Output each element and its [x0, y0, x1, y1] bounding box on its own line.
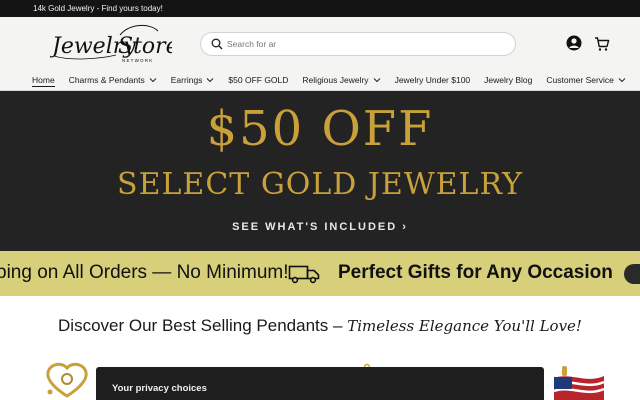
- product-pendant-image[interactable]: [42, 362, 92, 400]
- truck-icon: [288, 265, 320, 284]
- chevron-down-icon: [207, 78, 214, 83]
- nav-item-label: Religious Jewelry: [302, 75, 369, 85]
- section-title-text: Discover Our Best Selling Pendants –: [58, 316, 348, 335]
- nav-item-label: Earrings: [170, 75, 203, 85]
- nav-item-religious-jewelry[interactable]: Religious Jewelry: [302, 74, 380, 90]
- nav-item-jewelry-under-100[interactable]: Jewelry Under $100: [395, 74, 471, 90]
- nav-item-charms-pendants[interactable]: Charms & Pendants: [69, 74, 157, 90]
- product-flag-pendant-image[interactable]: [548, 362, 608, 400]
- marquee-pill: [624, 264, 640, 284]
- section-title: Discover Our Best Selling Pendants – Tim…: [0, 316, 640, 336]
- announcement-bar: 14k Gold Jewelry - Find yours today!: [0, 0, 640, 17]
- privacy-banner[interactable]: Your privacy choices: [96, 367, 544, 400]
- nav-item-jewelry-blog[interactable]: Jewelry Blog: [484, 74, 532, 90]
- nav-item-label: Jewelry Blog: [484, 75, 533, 85]
- nav-item-50-off-gold[interactable]: $50 OFF GOLD: [228, 74, 288, 90]
- svg-text:Stores: Stores: [118, 34, 172, 59]
- hero-cta-link[interactable]: SEE WHAT'S INCLUDED ›: [0, 221, 640, 233]
- account-icon[interactable]: [566, 35, 582, 51]
- main-nav: Home Charms & Pendants Earrings $50 OFF …: [32, 74, 640, 90]
- nav-item-earrings[interactable]: Earrings: [171, 74, 215, 90]
- announcement-text: 14k Gold Jewelry - Find yours today!: [33, 4, 163, 13]
- privacy-title: Your privacy choices: [112, 383, 207, 394]
- logo-subtitle: NETWORK: [122, 58, 154, 63]
- marquee-text-gifts: Perfect Gifts for Any Occasion: [338, 262, 613, 283]
- marquee-text-shipping: ping on All Orders — No Minimum!: [0, 262, 289, 283]
- nav-item-label: Charms & Pendants: [68, 75, 145, 85]
- nav-item-label: Home: [32, 75, 55, 85]
- nav-item-customer-service[interactable]: Customer Service: [546, 74, 626, 90]
- chevron-down-icon: [149, 78, 157, 83]
- search-input[interactable]: [227, 36, 507, 52]
- nav-item-label: Customer Service: [546, 75, 614, 85]
- nav-item-home[interactable]: Home: [32, 74, 55, 87]
- site-logo[interactable]: Jewelry Stores NETWORK: [48, 23, 190, 67]
- section-title-script: Timeless Elegance You'll Love!: [347, 317, 582, 335]
- cart-icon[interactable]: [594, 36, 610, 52]
- site-header: Jewelry Stores NETWORK Home Charms & Pen…: [0, 17, 640, 91]
- hero-headline: $50 OFF: [206, 101, 434, 157]
- nav-item-label: $50 OFF GOLD: [228, 75, 289, 85]
- logo-mark: Jewelry Stores: [48, 25, 190, 60]
- chevron-down-icon: [373, 78, 380, 83]
- hero-subheadline: SELECT GOLD JEWELRY: [117, 167, 523, 202]
- search-bar[interactable]: [200, 32, 516, 56]
- search-icon[interactable]: [211, 38, 223, 50]
- nav-item-label: Jewelry Under $100: [394, 75, 471, 85]
- promo-marquee: ping on All Orders — No Minimum! Perfect…: [0, 251, 640, 296]
- chevron-down-icon: [618, 78, 626, 83]
- hero-banner[interactable]: $50 OFF SELECT GOLD JEWELRY SEE WHAT'S I…: [0, 91, 640, 251]
